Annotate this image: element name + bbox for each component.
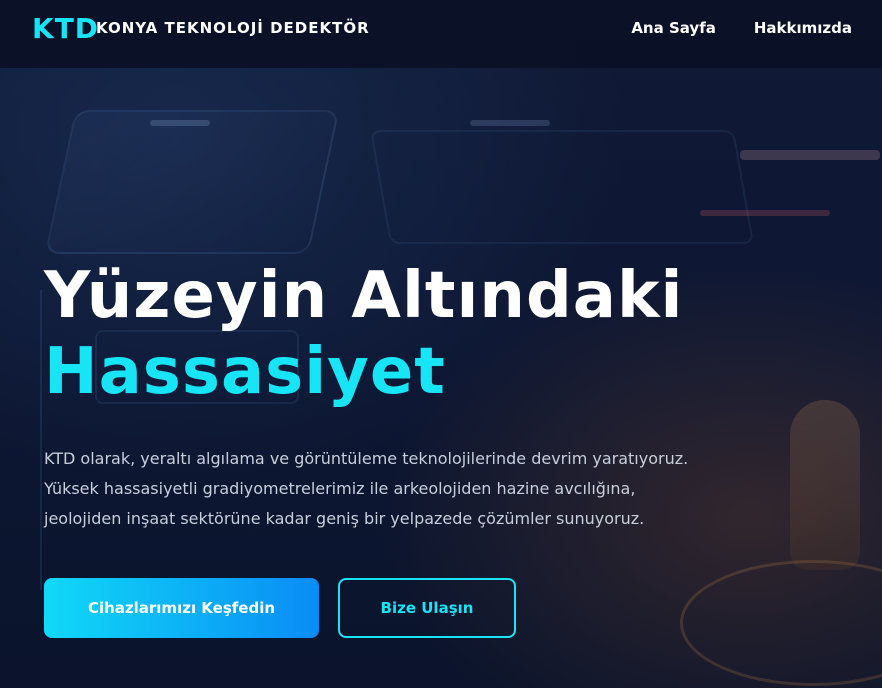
main-nav: Ana Sayfa Hakkımızda	[631, 19, 852, 37]
explore-devices-button[interactable]: Cihazlarımızı Keşfedin	[44, 578, 319, 638]
brand-name[interactable]: KONYA TEKNOLOJİ DEDEKTÖR	[96, 19, 370, 37]
hero-description-line: KTD olarak, yeraltı algılama ve görüntül…	[44, 449, 689, 468]
nav-link-about[interactable]: Hakkımızda	[754, 19, 852, 37]
hero-title: Yüzeyin Altındaki Hassasiyet	[44, 258, 683, 410]
hero-title-line1: Yüzeyin Altındaki	[44, 259, 684, 333]
site-header: KTD KONYA TEKNOLOJİ DEDEKTÖR Ana Sayfa H…	[0, 0, 882, 68]
hero-description-line: jeolojiden inşaat sektörüne kadar geniş …	[44, 509, 645, 528]
hero-description: KTD olarak, yeraltı algılama ve görüntül…	[44, 444, 744, 534]
page: KTD KONYA TEKNOLOJİ DEDEKTÖR Ana Sayfa H…	[0, 0, 882, 688]
hero-title-highlight: Hassasiyet	[44, 335, 446, 409]
background-panel	[369, 130, 755, 244]
hero-description-line: Yüksek hassasiyetli gradiyometrelerimiz …	[44, 479, 636, 498]
background-light-strip	[700, 210, 830, 216]
background-panel	[0, 290, 42, 590]
background-statue	[790, 400, 860, 570]
background-light-strip	[150, 120, 210, 126]
logo[interactable]: KTD	[32, 12, 99, 45]
background-panel	[44, 110, 340, 254]
contact-us-button[interactable]: Bize Ulaşın	[338, 578, 516, 638]
nav-link-home[interactable]: Ana Sayfa	[631, 19, 716, 37]
background-light-strip	[740, 150, 880, 160]
background-ring	[680, 560, 882, 686]
background-light-strip	[470, 120, 550, 126]
